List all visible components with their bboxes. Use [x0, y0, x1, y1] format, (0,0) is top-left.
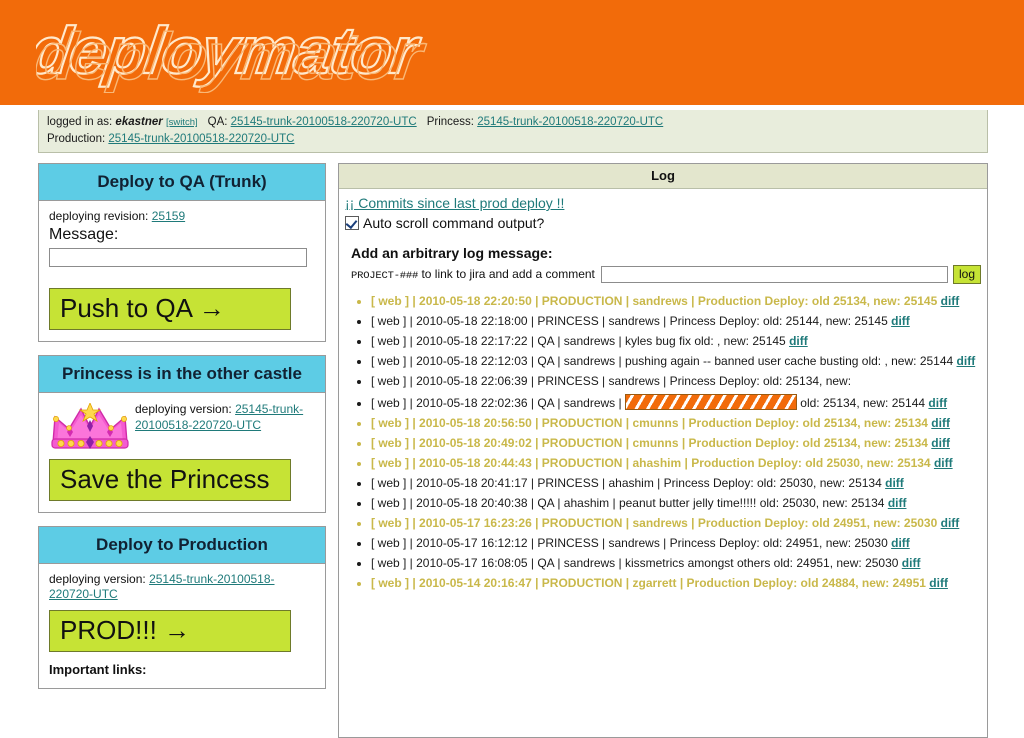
log-entry-diff-link[interactable]: diff — [934, 456, 953, 470]
log-entry-diff-link[interactable]: diff — [902, 556, 921, 570]
log-entry-text: [ web ] | 2010-05-18 22:18:00 | PRINCESS… — [371, 314, 888, 328]
log-entry-diff-link[interactable]: diff — [929, 576, 948, 590]
panel-deploy-qa-title: Deploy to QA (Trunk) — [39, 164, 325, 201]
log-entry-diff-link[interactable]: diff — [789, 334, 808, 348]
panel-deploy-qa: Deploy to QA (Trunk) deploying revision:… — [38, 163, 326, 342]
log-entry: [ web ] | 2010-05-18 22:18:00 | PRINCESS… — [371, 314, 981, 329]
log-entry-text: [ web ] | 2010-05-18 20:40:38 | QA | aha… — [371, 496, 885, 510]
log-entry-text: [ web ] | 2010-05-18 22:20:50 | PRODUCTI… — [371, 294, 938, 308]
log-entry: [ web ] | 2010-05-18 22:02:36 | QA | san… — [371, 394, 981, 411]
log-entry: [ web ] | 2010-05-18 22:20:50 | PRODUCTI… — [371, 294, 981, 309]
log-entry: [ web ] | 2010-05-18 20:56:50 | PRODUCTI… — [371, 416, 981, 431]
log-entry: [ web ] | 2010-05-18 20:41:17 | PRINCESS… — [371, 476, 981, 491]
log-entry-text: [ web ] | 2010-05-18 20:44:43 | PRODUCTI… — [371, 456, 931, 470]
qa-version-link[interactable]: 25145-trunk-20100518-220720-UTC — [231, 116, 417, 128]
log-entry-diff-link[interactable]: diff — [931, 436, 950, 450]
princess-label: Princess: — [426, 116, 474, 128]
qa-deploying-revision-row: deploying revision: 25159 — [49, 209, 315, 224]
log-entry-text: [ web ] | 2010-05-17 16:23:26 | PRODUCTI… — [371, 516, 938, 530]
logo-text-shadow: deploymator — [36, 20, 430, 93]
deploy-panels-column: Deploy to QA (Trunk) deploying revision:… — [38, 163, 326, 702]
panel-production-title: Deploy to Production — [39, 527, 325, 564]
log-entry-text: [ web ] | 2010-05-17 16:08:05 | QA | san… — [371, 556, 899, 570]
log-entry-text: [ web ] | 2010-05-18 22:02:36 | QA | san… — [371, 396, 625, 410]
log-entry-text-tail: old: 25134, new: 25144 — [796, 396, 926, 410]
log-entry-diff-link[interactable]: diff — [931, 416, 950, 430]
log-entry-text: [ web ] | 2010-05-18 20:41:17 | PRINCESS… — [371, 476, 882, 490]
push-to-qa-button[interactable]: Push to QA → — [49, 288, 291, 330]
auto-scroll-checkbox[interactable] — [345, 216, 359, 230]
switch-user-link[interactable]: [switch] — [166, 117, 198, 128]
log-message-input[interactable] — [600, 266, 948, 283]
production-version-link[interactable]: 25145-trunk-20100518-220720-UTC — [108, 133, 294, 145]
log-entry-text: [ web ] | 2010-05-18 20:49:02 | PRODUCTI… — [371, 436, 928, 450]
jira-project-code: PROJECT-### — [351, 270, 419, 282]
princess-deploying-version-row: deploying version: 25145-trunk-20100518-… — [131, 401, 315, 433]
save-the-princess-button[interactable]: Save the Princess — [49, 459, 291, 501]
princess-version-link[interactable]: 25145-trunk-20100518-220720-UTC — [477, 116, 663, 128]
redacted-block — [624, 394, 797, 410]
log-entry-text: [ web ] | 2010-05-17 16:12:12 | PRINCESS… — [371, 536, 888, 550]
crown-icon — [49, 401, 131, 451]
log-entry-text: [ web ] | 2010-05-18 22:12:03 | QA | san… — [371, 354, 954, 368]
logged-in-username: ekastner — [115, 116, 163, 128]
qa-message-input[interactable] — [49, 248, 307, 267]
switch-user-anchor[interactable]: [switch] — [166, 117, 198, 128]
add-log-message-row: PROJECT-### to link to jira and add a co… — [351, 265, 981, 284]
qa-deploying-label: deploying revision: — [49, 209, 149, 223]
auto-scroll-row[interactable]: Auto scroll command output? — [345, 215, 981, 231]
qa-revision-link[interactable]: 25159 — [152, 209, 185, 223]
log-panel: Log ¡¡ Commits since last prod deploy !!… — [338, 163, 988, 738]
log-entry-diff-link[interactable]: diff — [885, 476, 904, 490]
qa-message-label: Message: — [49, 226, 119, 243]
site-banner: deploymator deploymator — [0, 0, 1024, 105]
log-entry-diff-link[interactable]: diff — [941, 516, 960, 530]
log-entry-diff-link[interactable]: diff — [941, 294, 960, 308]
session-status-bar: logged in as: ekastner [switch] QA: 25145… — [38, 110, 988, 153]
important-links-heading: Important links: — [49, 662, 147, 677]
log-entry-text: [ web ] | 2010-05-18 20:56:50 | PRODUCTI… — [371, 416, 928, 430]
log-panel-title: Log — [339, 164, 987, 189]
add-log-message-heading: Add an arbitrary log message: — [351, 245, 553, 261]
deploy-prod-button[interactable]: PROD!!! → — [49, 610, 291, 652]
log-entry-diff-link[interactable]: diff — [891, 536, 910, 550]
commits-since-last-prod-deploy-link[interactable]: ¡¡ Commits since last prod deploy !! — [345, 195, 564, 211]
jira-hint: PROJECT-### to link to jira and add a co… — [351, 267, 595, 282]
log-entry: [ web ] | 2010-05-17 16:08:05 | QA | san… — [371, 556, 981, 571]
production-label: Production: — [47, 133, 106, 145]
log-entry: [ web ] | 2010-05-18 20:49:02 | PRODUCTI… — [371, 436, 981, 451]
log-entry: [ web ] | 2010-05-18 20:44:43 | PRODUCTI… — [371, 456, 981, 471]
log-entry: [ web ] | 2010-05-18 22:12:03 | QA | san… — [371, 354, 981, 369]
log-entry: [ web ] | 2010-05-18 22:17:22 | QA | san… — [371, 334, 981, 349]
log-entry-text: [ web ] | 2010-05-14 20:16:47 | PRODUCTI… — [371, 576, 926, 590]
logged-in-label: logged in as: — [47, 116, 113, 128]
deploymator-logo: deploymator deploymator — [36, 13, 736, 93]
panel-deploy-production: Deploy to Production deploying version: … — [38, 526, 326, 689]
log-entry: [ web ] | 2010-05-18 20:40:38 | QA | aha… — [371, 496, 981, 511]
log-entry-text: [ web ] | 2010-05-18 22:17:22 | QA | san… — [371, 334, 786, 348]
log-entry: [ web ] | 2010-05-17 16:12:12 | PRINCESS… — [371, 536, 981, 551]
production-deploying-label: deploying version: — [49, 572, 146, 586]
log-entry-diff-link[interactable]: diff — [888, 496, 907, 510]
panel-princess: Princess is in the other castle deployin… — [38, 355, 326, 513]
jira-hint-text: to link to jira and add a comment — [418, 267, 595, 281]
log-entry-list: [ web ] | 2010-05-18 22:20:50 | PRODUCTI… — [345, 294, 981, 591]
princess-deploying-label: deploying version: — [135, 402, 232, 416]
panel-princess-title: Princess is in the other castle — [39, 356, 325, 393]
submit-log-button[interactable]: log — [952, 265, 981, 284]
log-entry-text: [ web ] | 2010-05-18 22:06:39 | PRINCESS… — [371, 374, 852, 388]
log-entry-diff-link[interactable]: diff — [928, 396, 947, 410]
log-entry-diff-link[interactable]: diff — [957, 354, 976, 368]
log-entry: [ web ] | 2010-05-17 16:23:26 | PRODUCTI… — [371, 516, 981, 531]
log-entry: [ web ] | 2010-05-14 20:16:47 | PRODUCTI… — [371, 576, 981, 591]
production-deploying-version-row: deploying version: 25145-trunk-20100518-… — [49, 572, 315, 602]
log-entry-diff-link[interactable]: diff — [891, 314, 910, 328]
qa-label: QA: — [207, 116, 228, 128]
log-entry: [ web ] | 2010-05-18 22:06:39 | PRINCESS… — [371, 374, 981, 389]
auto-scroll-label: Auto scroll command output? — [363, 215, 545, 231]
